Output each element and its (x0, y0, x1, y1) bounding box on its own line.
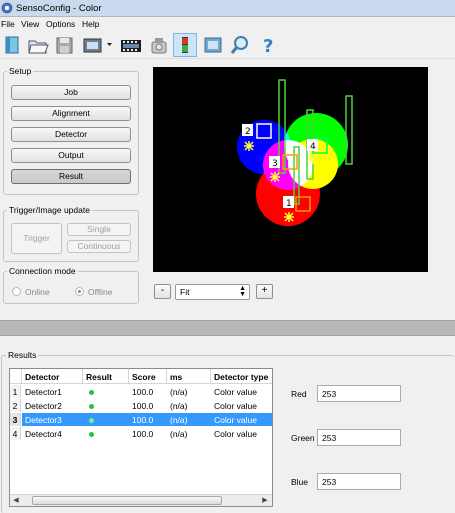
detector-type-cell: Color value (214, 387, 257, 397)
marker-3-label: 3 (272, 159, 278, 169)
window-title: SensoConfig - Color (16, 3, 102, 14)
trigger-button[interactable]: Trigger (11, 223, 62, 254)
continuous-button[interactable]: Continuous (67, 240, 131, 253)
single-button[interactable]: Single (67, 223, 131, 236)
output-button[interactable]: Output (11, 148, 131, 163)
ms-cell: (n/a) (167, 413, 211, 426)
result-cell (83, 399, 129, 412)
marker-4-label: 4 (310, 142, 316, 152)
scrollbar-thumb[interactable] (32, 496, 222, 505)
offline-radio[interactable] (75, 287, 84, 296)
new-icon[interactable] (1, 33, 25, 57)
red-value-field[interactable]: 253 (317, 385, 401, 402)
detector-type-cell: Color value (214, 401, 257, 411)
detector-type-cell: Color value (211, 413, 272, 426)
alignment-button[interactable]: Alignment (11, 106, 131, 121)
color-circles-image: 2 3 4 1 (237, 79, 353, 226)
row-number: 1 (10, 385, 21, 398)
job-button[interactable]: Job (11, 85, 131, 100)
status-ok-icon (89, 432, 94, 437)
table-row-selected[interactable]: 3 Detector3 100.0 (n/a) Color value (10, 413, 272, 426)
scroll-left-icon[interactable]: ◀ (11, 496, 21, 506)
results-title: Results (6, 350, 39, 360)
svg-text:?: ? (263, 36, 273, 57)
online-radio[interactable] (12, 287, 21, 296)
online-label: Online (25, 287, 50, 297)
detector-button[interactable]: Detector (11, 127, 131, 142)
column-header-result[interactable]: Result (83, 369, 129, 384)
image-viewer[interactable]: 2 3 4 1 (153, 67, 428, 272)
table-horizontal-scrollbar[interactable]: ◀ ▶ (10, 494, 272, 506)
blue-label: Blue (291, 477, 309, 487)
title-bar: SensoConfig - Color (0, 0, 455, 17)
zoom-out-button[interactable]: - (154, 284, 171, 299)
detector-cell: Detector3 (22, 413, 83, 426)
red-label: Red (291, 389, 307, 399)
row-number: 3 (10, 413, 21, 426)
magnifier-icon[interactable] (228, 33, 252, 57)
column-header-detector-type[interactable]: Detector type (211, 369, 272, 384)
detector-type-cell: Color value (214, 429, 257, 439)
green-value-field[interactable]: 253 (317, 429, 401, 446)
score-cell: 100.0 (129, 413, 167, 426)
menu-help[interactable]: Help (82, 19, 99, 29)
ms-cell: (n/a) (170, 401, 188, 411)
toolbar: ? (0, 31, 455, 59)
device-icon[interactable] (80, 33, 116, 57)
blue-value-field[interactable]: 253 (317, 473, 401, 490)
zoom-select[interactable]: Fit ▲ ▼ (175, 284, 250, 300)
status-ok-icon (89, 390, 94, 395)
spin-arrows-icon: ▲ ▼ (239, 285, 246, 298)
score-cell: 100.0 (132, 401, 154, 411)
row-number: 2 (10, 399, 21, 412)
score-cell: 100.0 (132, 387, 154, 397)
score-cell: 100.0 (132, 429, 154, 439)
image-view-icon[interactable] (201, 33, 225, 57)
results-table[interactable]: Detector Result Score ms Detector type 1… (9, 368, 273, 507)
column-header-score[interactable]: Score (129, 369, 167, 384)
app-icon (1, 2, 13, 14)
offline-label: Offline (88, 287, 113, 297)
column-header-detector[interactable]: Detector (22, 369, 83, 384)
menu-view[interactable]: View (21, 19, 39, 29)
connection-title: Connection mode (7, 266, 78, 276)
filmstrip-icon[interactable] (119, 33, 143, 57)
zoom-in-button[interactable]: + (256, 284, 273, 299)
status-ok-icon (89, 418, 94, 423)
save-icon[interactable] (52, 33, 76, 57)
ms-cell: (n/a) (170, 387, 188, 397)
panel-splitter[interactable] (0, 320, 455, 336)
corner-header (10, 369, 22, 384)
menu-options[interactable]: Options (46, 19, 75, 29)
setup-title: Setup (7, 66, 34, 76)
help-icon[interactable]: ? (256, 33, 280, 57)
detector-cell: Detector2 (25, 401, 62, 411)
table-row[interactable]: 1 Detector1 100.0 (n/a) Color value (10, 385, 272, 398)
green-label: Green (291, 433, 315, 443)
sensor-mode-icon[interactable] (173, 33, 197, 57)
row-number: 4 (10, 427, 21, 440)
open-icon[interactable] (26, 33, 50, 57)
detector-cell: Detector1 (25, 387, 62, 397)
marker-2-label: 2 (245, 127, 251, 137)
result-button[interactable]: Result (11, 169, 131, 184)
result-cell (83, 413, 129, 426)
ms-cell: (n/a) (170, 429, 188, 439)
trigger-title: Trigger/Image update (7, 205, 92, 215)
zoom-value: Fit (180, 287, 190, 297)
scroll-right-icon[interactable]: ▶ (260, 496, 270, 506)
result-cell (83, 385, 129, 398)
menu-bar: File View Options Help (0, 17, 455, 31)
detector-cell: Detector4 (25, 429, 62, 439)
status-ok-icon (89, 404, 94, 409)
column-header-ms[interactable]: ms (167, 369, 211, 384)
table-row[interactable]: 4 Detector4 100.0 (n/a) Color value (10, 427, 272, 440)
marker-1-label: 1 (286, 199, 292, 209)
camera-icon[interactable] (147, 33, 171, 57)
table-row[interactable]: 2 Detector2 100.0 (n/a) Color value (10, 399, 272, 412)
result-cell (83, 427, 129, 440)
menu-file[interactable]: File (1, 19, 15, 29)
